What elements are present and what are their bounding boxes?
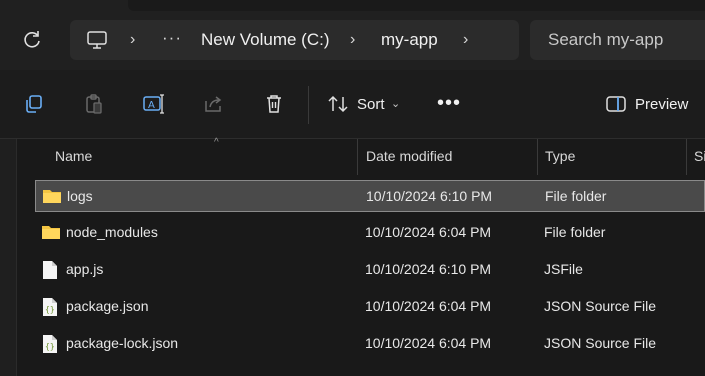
svg-text:A: A bbox=[148, 100, 155, 111]
navigation-pane[interactable] bbox=[0, 139, 17, 376]
rename-icon[interactable]: A bbox=[142, 92, 166, 116]
column-divider[interactable] bbox=[357, 139, 358, 175]
share-icon[interactable] bbox=[202, 92, 226, 116]
json-file-icon: {} bbox=[41, 334, 59, 359]
column-header: ^ Name Date modified Type Si bbox=[17, 137, 705, 175]
file-icon bbox=[41, 260, 59, 285]
address-row: › ··· New Volume (C:) › my-app › Search … bbox=[0, 14, 705, 70]
preview-pane-icon[interactable] bbox=[604, 92, 628, 116]
column-name[interactable]: Name bbox=[55, 148, 92, 164]
file-type: JSFile bbox=[544, 261, 583, 277]
file-date: 10/10/2024 6:10 PM bbox=[365, 261, 492, 277]
file-name: package.json bbox=[66, 298, 149, 314]
search-placeholder: Search my-app bbox=[548, 30, 664, 49]
more-breadcrumbs-icon[interactable]: ··· bbox=[162, 28, 182, 48]
svg-text:{}: {} bbox=[45, 342, 55, 351]
file-row-package-json[interactable]: {} package.json 10/10/2024 6:04 PM JSON … bbox=[35, 291, 705, 323]
delete-icon[interactable] bbox=[262, 92, 286, 116]
sort-button[interactable]: Sort bbox=[357, 96, 385, 113]
column-size[interactable]: Si bbox=[694, 148, 705, 164]
file-name: node_modules bbox=[66, 224, 158, 240]
command-bar: A Sort ⌄ ••• Preview bbox=[0, 70, 705, 139]
file-date: 10/10/2024 6:04 PM bbox=[365, 335, 492, 351]
chevron-down-icon[interactable]: ⌄ bbox=[391, 97, 400, 110]
file-name: logs bbox=[67, 188, 93, 204]
search-input[interactable]: Search my-app bbox=[530, 20, 705, 60]
more-options-icon[interactable]: ••• bbox=[437, 92, 461, 115]
folder-icon bbox=[42, 187, 62, 210]
toolbar-divider bbox=[308, 86, 309, 124]
file-type: File folder bbox=[545, 188, 607, 204]
svg-text:{}: {} bbox=[45, 305, 55, 314]
chevron-right-icon[interactable]: › bbox=[350, 31, 355, 49]
json-file-icon: {} bbox=[41, 297, 59, 322]
breadcrumb-folder[interactable]: my-app bbox=[381, 30, 438, 50]
this-pc-icon[interactable] bbox=[86, 30, 108, 55]
file-date: 10/10/2024 6:04 PM bbox=[365, 224, 492, 240]
breadcrumb-drive[interactable]: New Volume (C:) bbox=[201, 30, 329, 50]
paste-icon[interactable] bbox=[82, 92, 106, 116]
file-type: JSON Source File bbox=[544, 298, 657, 314]
chevron-right-icon[interactable]: › bbox=[130, 31, 135, 49]
file-row-package-lock-json[interactable]: {} package-lock.json 10/10/2024 6:04 PM … bbox=[35, 328, 705, 360]
file-type: File folder bbox=[544, 224, 606, 240]
sort-icon[interactable] bbox=[326, 92, 350, 116]
column-divider[interactable] bbox=[537, 139, 538, 175]
file-row-node-modules[interactable]: node_modules 10/10/2024 6:04 PM File fol… bbox=[35, 217, 705, 249]
preview-button[interactable]: Preview bbox=[635, 96, 688, 113]
window-tab-area bbox=[128, 0, 705, 11]
address-bar[interactable]: › ··· New Volume (C:) › my-app › bbox=[70, 20, 519, 60]
column-type[interactable]: Type bbox=[545, 148, 575, 164]
file-row-app-js[interactable]: app.js 10/10/2024 6:10 PM JSFile bbox=[35, 254, 705, 286]
folder-icon bbox=[41, 223, 61, 246]
column-divider[interactable] bbox=[686, 139, 687, 175]
file-name: package-lock.json bbox=[66, 335, 179, 351]
copy-icon[interactable] bbox=[22, 92, 46, 116]
file-name: app.js bbox=[66, 261, 104, 277]
column-date-modified[interactable]: Date modified bbox=[366, 148, 452, 164]
file-date: 10/10/2024 6:10 PM bbox=[366, 188, 493, 204]
refresh-icon[interactable] bbox=[20, 28, 44, 52]
title-strip bbox=[0, 0, 705, 14]
chevron-right-icon[interactable]: › bbox=[463, 31, 468, 49]
sort-ascending-icon: ^ bbox=[214, 137, 219, 148]
file-row-logs[interactable]: logs 10/10/2024 6:10 PM File folder bbox=[35, 180, 705, 212]
file-type: JSON Source File bbox=[544, 335, 657, 351]
file-date: 10/10/2024 6:04 PM bbox=[365, 298, 492, 314]
